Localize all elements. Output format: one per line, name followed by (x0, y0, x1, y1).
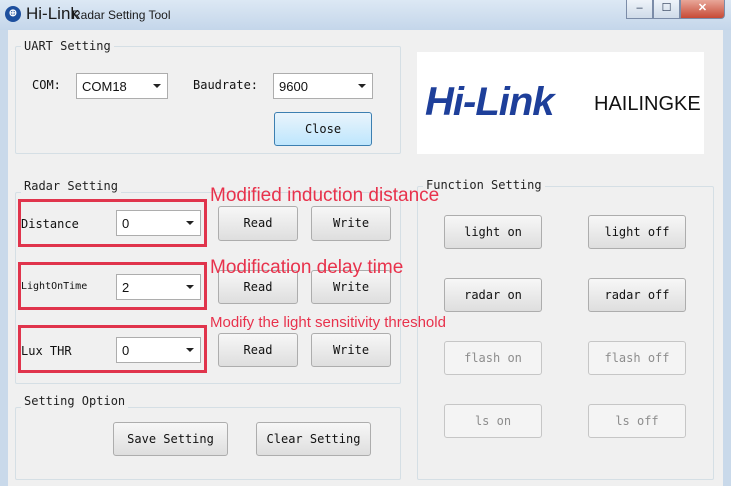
com-select[interactable]: COM18 (76, 73, 168, 99)
light-off-button[interactable]: light off (588, 215, 686, 249)
ls-on-button[interactable]: ls on (444, 404, 542, 438)
annotation-distance: Modified induction distance (210, 185, 440, 206)
logo-company-name: HAILINGKE (594, 93, 701, 115)
ls-off-button[interactable]: ls off (588, 404, 686, 438)
distance-read-button[interactable]: Read (218, 206, 298, 241)
chevron-down-icon (358, 84, 366, 88)
window-controls: ‒ ☐ ✕ (626, 0, 725, 19)
radar-off-button[interactable]: radar off (588, 278, 686, 312)
clear-setting-button[interactable]: Clear Setting (256, 422, 371, 456)
distance-highlight-box (18, 199, 207, 247)
annotation-lux: Modify the light sensitivity threshold (210, 314, 446, 331)
chevron-down-icon (153, 84, 161, 88)
logo-wordmark: Hi-Link (425, 80, 555, 124)
maximize-button[interactable]: ☐ (653, 0, 680, 19)
lightontime-highlight-box (18, 262, 207, 310)
lux-thr-write-button[interactable]: Write (311, 333, 391, 367)
com-value: COM18 (82, 79, 127, 94)
distance-write-button[interactable]: Write (311, 206, 391, 241)
baudrate-value: 9600 (279, 79, 308, 94)
com-label: COM: (32, 78, 61, 92)
client-area: UART Setting COM: COM18 Baudrate: 9600 C… (8, 30, 723, 486)
window-title: Radar Setting Tool (72, 8, 171, 22)
flash-on-button[interactable]: flash on (444, 341, 542, 375)
baudrate-label: Baudrate: (193, 78, 259, 92)
window-title-brand: Hi-Link (26, 4, 79, 23)
uart-setting-label: UART Setting (21, 39, 114, 53)
lux-thr-highlight-box (18, 325, 207, 373)
window-close-button[interactable]: ✕ (680, 0, 725, 19)
function-setting-label: Function Setting (423, 178, 545, 192)
setting-option-label: Setting Option (21, 394, 129, 408)
minimize-button[interactable]: ‒ (626, 0, 653, 19)
flash-off-button[interactable]: flash off (588, 341, 686, 375)
light-on-button[interactable]: light on (444, 215, 542, 249)
radar-setting-label: Radar Setting (21, 179, 121, 193)
close-port-button[interactable]: Close (274, 112, 372, 146)
annotation-delay: Modification delay time (210, 257, 404, 278)
lux-thr-read-button[interactable]: Read (218, 333, 298, 367)
hilink-logo: Hi-Link HAILINGKE (417, 52, 704, 154)
baudrate-select[interactable]: 9600 (273, 73, 373, 99)
save-setting-button[interactable]: Save Setting (113, 422, 228, 456)
radar-on-button[interactable]: radar on (444, 278, 542, 312)
app-logo-icon: ⊕ (5, 6, 21, 22)
title-bar: ⊕ Hi-Link Radar Setting Tool ‒ ☐ ✕ (0, 0, 731, 30)
